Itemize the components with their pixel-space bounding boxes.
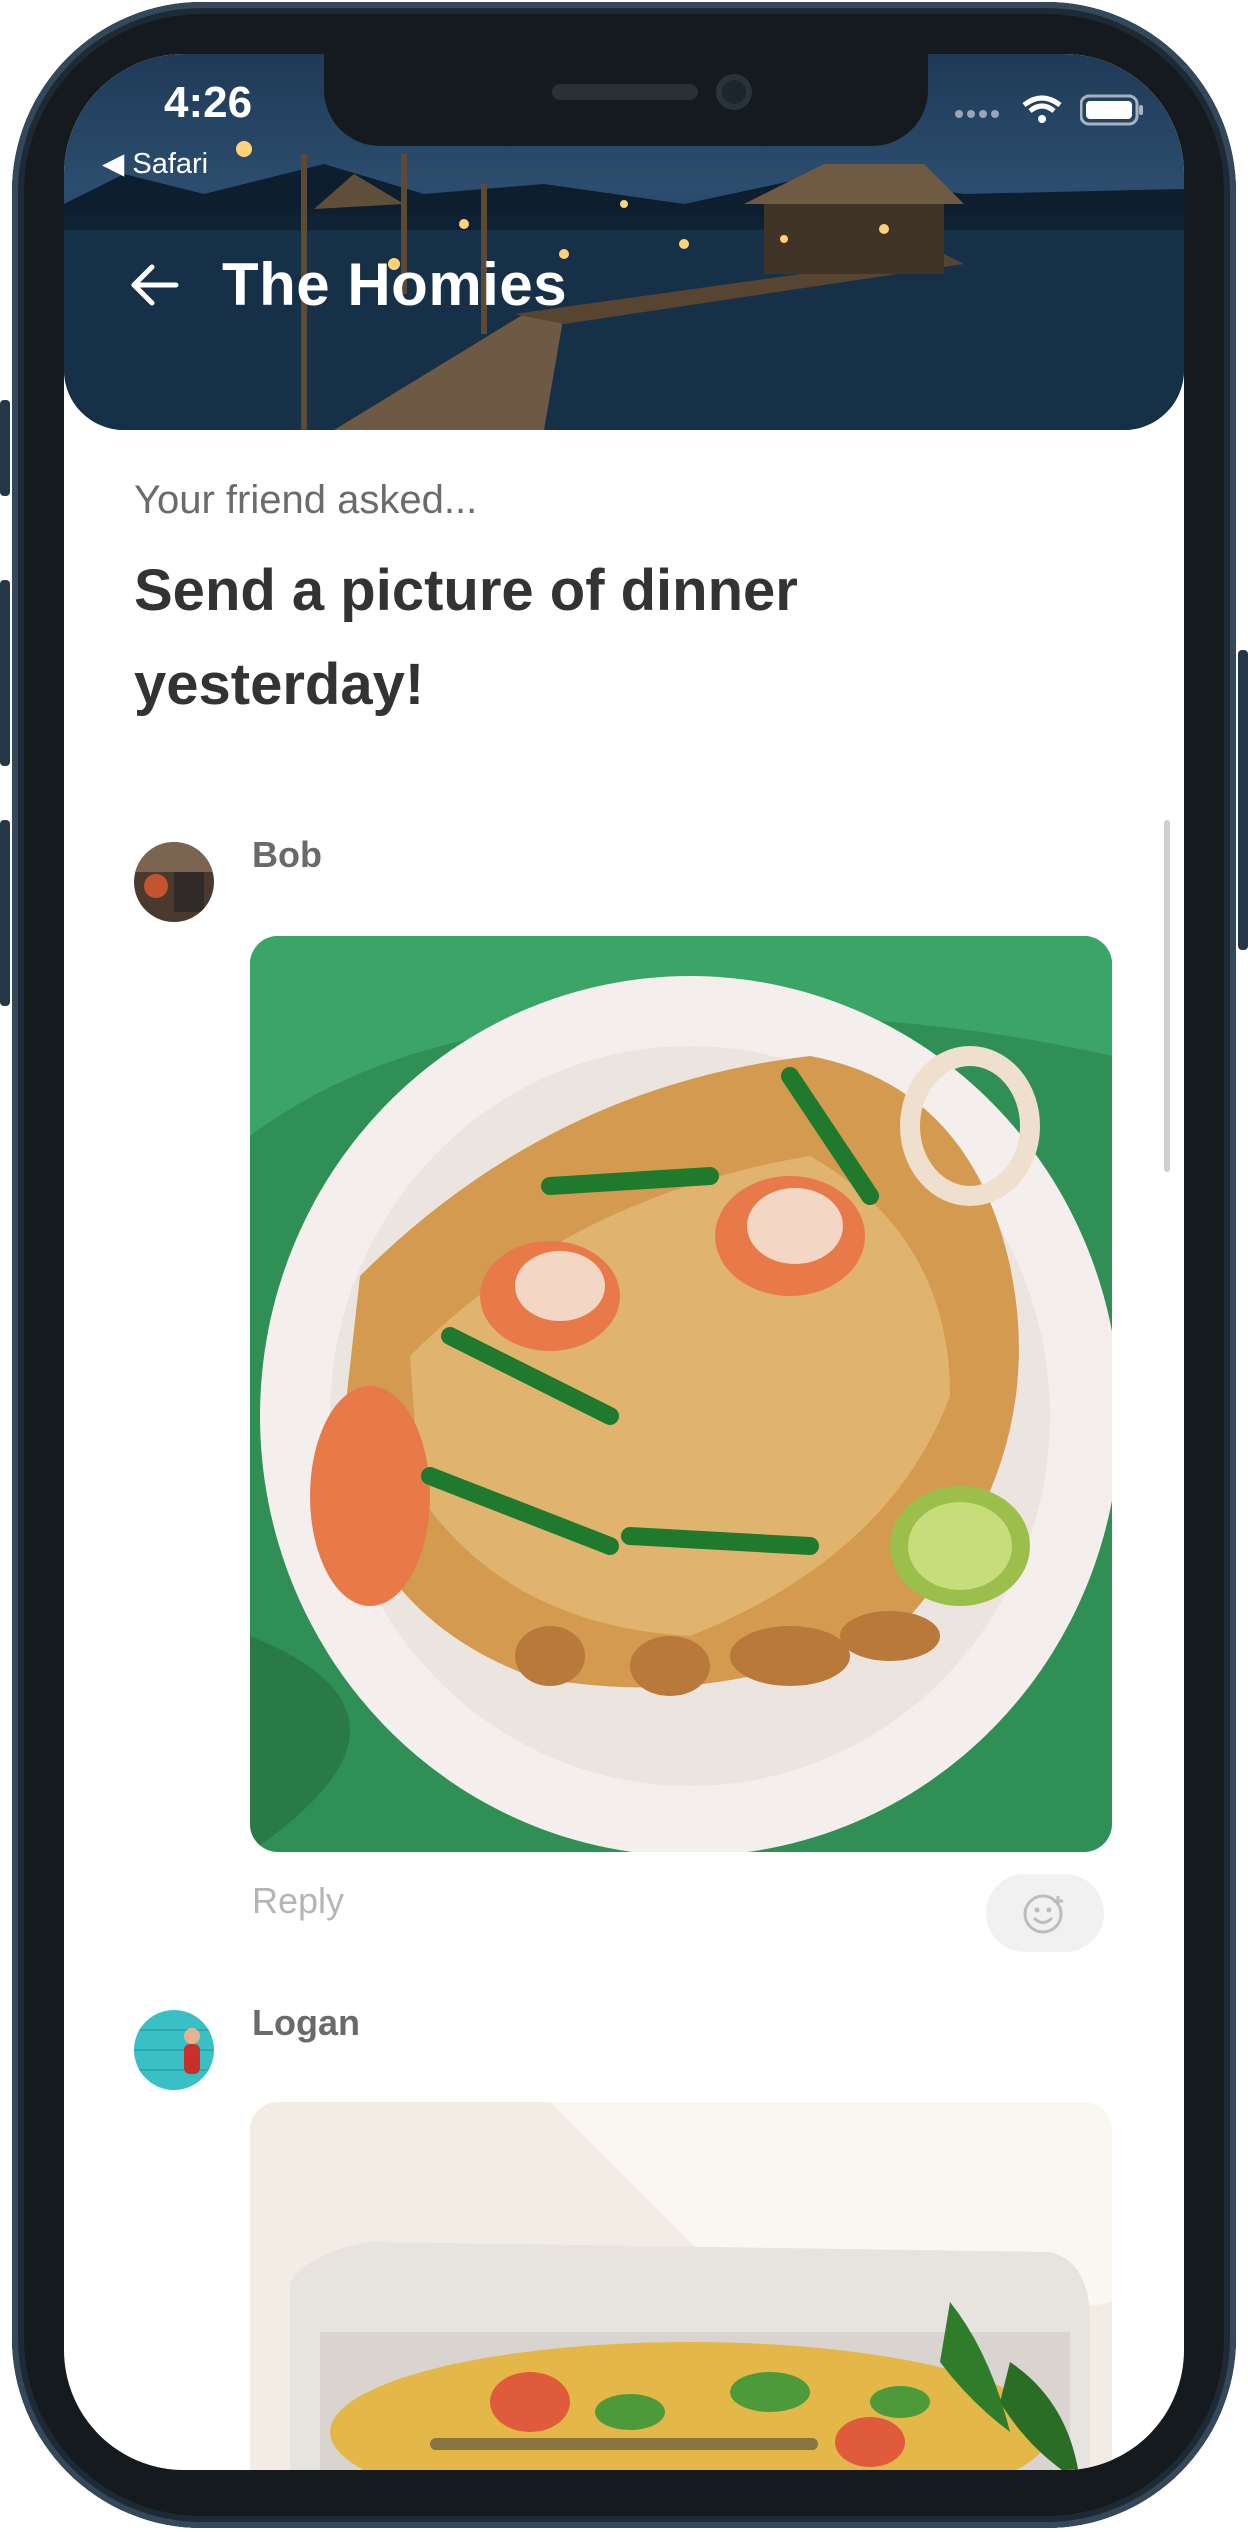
status-icons	[954, 94, 1144, 126]
mute-switch	[0, 400, 10, 496]
volume-up-button	[0, 580, 10, 766]
power-button	[1238, 650, 1248, 950]
volume-down-button	[0, 820, 10, 1006]
post-author: Logan	[252, 2002, 360, 2043]
avatar[interactable]	[134, 2010, 214, 2090]
battery-icon	[1080, 94, 1143, 126]
emoji-add-icon	[1023, 1894, 1063, 1934]
avatar-logan-image	[134, 2010, 214, 2090]
pad-thai-photo	[250, 936, 1112, 1852]
reply-link[interactable]: Reply	[252, 1880, 344, 1922]
status-time: 4:26	[164, 78, 253, 127]
prompt-text: Send a picture of dinner yesterday!	[134, 558, 798, 717]
wifi-icon	[1022, 95, 1062, 123]
device-notch	[324, 54, 928, 146]
post-image[interactable]	[250, 936, 1112, 1852]
avatar-bob-image	[134, 842, 214, 922]
page-title: The Homies	[222, 251, 568, 318]
back-to-safari-link[interactable]: ◀ Safari	[102, 146, 208, 181]
title-bar: The Homies	[124, 250, 567, 319]
speaker-grille	[552, 84, 698, 100]
home-indicator[interactable]	[430, 2438, 818, 2450]
group-header: 4:26 ◀ Safari The Homies	[64, 54, 1184, 430]
salad-photo	[250, 2102, 1112, 2470]
app-screen: 4:26 ◀ Safari The Homies Your friend ask…	[64, 54, 1184, 2470]
scrollbar[interactable]	[1164, 820, 1170, 1172]
post-image[interactable]	[250, 2102, 1112, 2470]
signal-icon	[955, 110, 999, 118]
avatar[interactable]	[134, 842, 214, 922]
post-author: Bob	[252, 834, 322, 875]
arrow-left-icon[interactable]	[124, 255, 184, 315]
prompt-label: Your friend asked...	[134, 478, 478, 522]
front-camera	[716, 74, 752, 110]
add-reaction-button[interactable]	[986, 1874, 1104, 1952]
